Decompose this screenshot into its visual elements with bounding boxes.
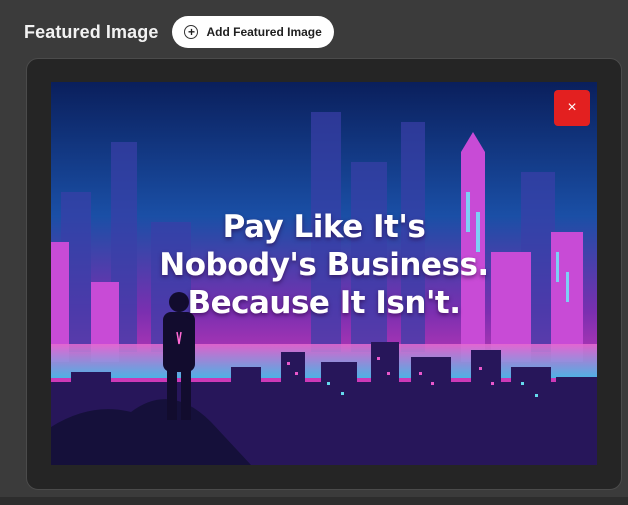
bottom-divider	[0, 497, 628, 505]
add-featured-image-label: Add Featured Image	[206, 25, 322, 39]
remove-featured-image-button[interactable]: ×	[554, 90, 590, 126]
image-headline: Pay Like It's Nobody's Business. Because…	[51, 208, 597, 322]
close-icon: ×	[567, 99, 577, 116]
section-title: Featured Image	[24, 21, 159, 42]
featured-image-panel: Featured Image + Add Featured Image Pay …	[0, 0, 628, 505]
featured-image-preview: Pay Like It's Nobody's Business. Because…	[51, 82, 597, 465]
headline-line: Because It Isn't.	[187, 285, 461, 321]
headline-line: Nobody's Business.	[159, 247, 489, 283]
plus-circle-icon: +	[184, 25, 199, 39]
headline-line: Pay Like It's	[222, 209, 426, 245]
add-featured-image-button[interactable]: + Add Featured Image	[172, 16, 334, 48]
featured-image-header: Featured Image + Add Featured Image	[24, 16, 334, 48]
